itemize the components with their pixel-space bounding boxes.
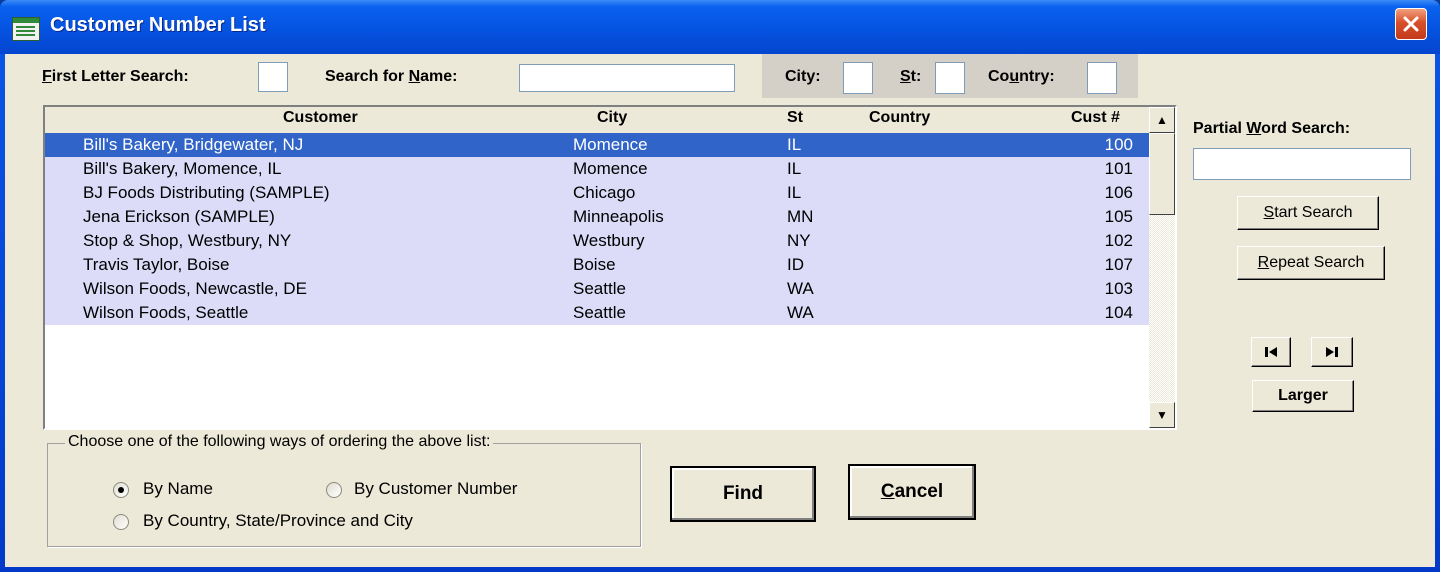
ordering-legend: Choose one of the following ways of orde… [65, 433, 494, 451]
cell-city: Westbury [573, 231, 645, 250]
country-filter-input[interactable] [1087, 62, 1117, 94]
start-search-button[interactable]: Start Search [1237, 196, 1379, 230]
radio-by-name[interactable] [113, 482, 129, 498]
column-header-st[interactable]: St [787, 109, 803, 127]
radio-by-name-label[interactable]: By Name [143, 479, 213, 499]
scroll-thumb[interactable] [1149, 133, 1175, 215]
cell-city: Seattle [573, 303, 626, 322]
cell-cust-number: 105 [1104, 207, 1133, 226]
window-title: Customer Number List [50, 14, 266, 36]
state-filter-input[interactable] [935, 62, 965, 94]
repeat-search-button[interactable]: Repeat Search [1237, 246, 1385, 280]
column-header-country[interactable]: Country [869, 109, 930, 127]
cell-city: Momence [573, 135, 648, 154]
cell-cust-number: 100 [1104, 135, 1133, 154]
city-filter-input[interactable] [843, 62, 873, 94]
cell-customer: Jena Erickson (SAMPLE) [83, 207, 275, 226]
cell-st: ID [787, 255, 804, 274]
app-list-icon [12, 17, 40, 41]
cell-st: MN [787, 207, 814, 226]
cell-customer: Bill's Bakery, Momence, IL [83, 159, 282, 178]
cell-cust-number: 106 [1104, 183, 1133, 202]
cell-st: NY [787, 231, 811, 250]
close-icon [1403, 16, 1419, 32]
first-record-button[interactable] [1251, 337, 1291, 367]
first-record-icon [1265, 347, 1277, 357]
cancel-button[interactable]: Cancel [848, 464, 976, 520]
last-record-icon [1326, 347, 1338, 357]
close-button[interactable] [1395, 8, 1427, 40]
cell-customer: Wilson Foods, Seattle [83, 303, 249, 322]
cell-cust-number: 104 [1104, 303, 1133, 322]
radio-by-country-state-city[interactable] [113, 514, 129, 530]
first-letter-search-label: First Letter Search: [42, 68, 189, 85]
table-row[interactable]: Wilson Foods, Seattle Seattle WA 104 [45, 301, 1149, 325]
scroll-down-icon: ▼ [1156, 408, 1168, 422]
cell-city: Chicago [573, 183, 636, 202]
radio-by-country-state-city-label[interactable]: By Country, State/Province and City [143, 511, 413, 531]
cell-cust-number: 107 [1104, 255, 1133, 274]
dialog-body: First Letter Search: Search for Name: Ci… [5, 54, 1435, 567]
cell-customer: Wilson Foods, Newcastle, DE [83, 279, 307, 298]
cell-st: IL [787, 159, 802, 178]
cell-city: Seattle [573, 279, 626, 298]
customer-list[interactable]: Customer City St Country Cust # Bill's B… [43, 105, 1177, 430]
cell-cust-number: 103 [1104, 279, 1133, 298]
column-header-cust-number[interactable]: Cust # [1071, 109, 1120, 127]
country-filter-label: Country: [988, 68, 1055, 85]
list-header: Customer City St Country Cust # [45, 107, 1149, 133]
table-row[interactable]: BJ Foods Distributing (SAMPLE) Chicago I… [45, 181, 1149, 205]
cell-city: Boise [573, 255, 616, 274]
table-row[interactable]: Travis Taylor, Boise Boise ID 107 [45, 253, 1149, 277]
city-filter-label: City: [785, 68, 821, 85]
search-name-label: Search for Name: [325, 68, 458, 85]
radio-by-customer-number[interactable] [326, 482, 342, 498]
cell-customer: Bill's Bakery, Bridgewater, NJ [83, 135, 304, 154]
search-name-input[interactable] [519, 64, 735, 92]
partial-word-search-input[interactable] [1193, 148, 1411, 180]
table-row[interactable]: Wilson Foods, Newcastle, DE Seattle WA 1… [45, 277, 1149, 301]
table-row[interactable]: Bill's Bakery, Momence, IL Momence IL 10… [45, 157, 1149, 181]
cell-st: IL [787, 135, 802, 154]
cell-st: IL [787, 183, 802, 202]
first-letter-input[interactable] [258, 62, 288, 92]
table-row[interactable]: Stop & Shop, Westbury, NY Westbury NY 10… [45, 229, 1149, 253]
last-record-button[interactable] [1311, 337, 1353, 367]
cell-cust-number: 101 [1104, 159, 1133, 178]
cell-customer: Stop & Shop, Westbury, NY [83, 231, 292, 250]
cell-st: WA [787, 303, 814, 322]
table-row[interactable]: Jena Erickson (SAMPLE) Minneapolis MN 10… [45, 205, 1149, 229]
ordering-groupbox: Choose one of the following ways of orde… [47, 433, 641, 547]
radio-by-customer-number-label[interactable]: By Customer Number [354, 479, 517, 499]
cell-city: Momence [573, 159, 648, 178]
state-filter-label: St: [900, 68, 922, 85]
column-header-customer[interactable]: Customer [283, 109, 358, 127]
table-row[interactable]: Bill's Bakery, Bridgewater, NJ Momence I… [45, 133, 1149, 157]
list-rows: Bill's Bakery, Bridgewater, NJ Momence I… [45, 133, 1149, 325]
cell-customer: BJ Foods Distributing (SAMPLE) [83, 183, 330, 202]
find-button[interactable]: Find [670, 466, 816, 522]
title-bar[interactable]: Customer Number List [0, 0, 1440, 54]
scroll-up-button[interactable]: ▲ [1149, 107, 1175, 133]
cell-st: WA [787, 279, 814, 298]
column-header-city[interactable]: City [597, 109, 627, 127]
scroll-up-icon: ▲ [1156, 113, 1168, 127]
cell-customer: Travis Taylor, Boise [83, 255, 230, 274]
customer-number-list-window: Customer Number List First Letter Search… [0, 0, 1440, 572]
partial-word-search-label: Partial Word Search: [1193, 120, 1351, 137]
cell-city: Minneapolis [573, 207, 664, 226]
vertical-scrollbar[interactable]: ▲ ▼ [1149, 107, 1175, 428]
cell-cust-number: 102 [1104, 231, 1133, 250]
larger-button[interactable]: Larger [1252, 380, 1354, 412]
scroll-down-button[interactable]: ▼ [1149, 402, 1175, 428]
